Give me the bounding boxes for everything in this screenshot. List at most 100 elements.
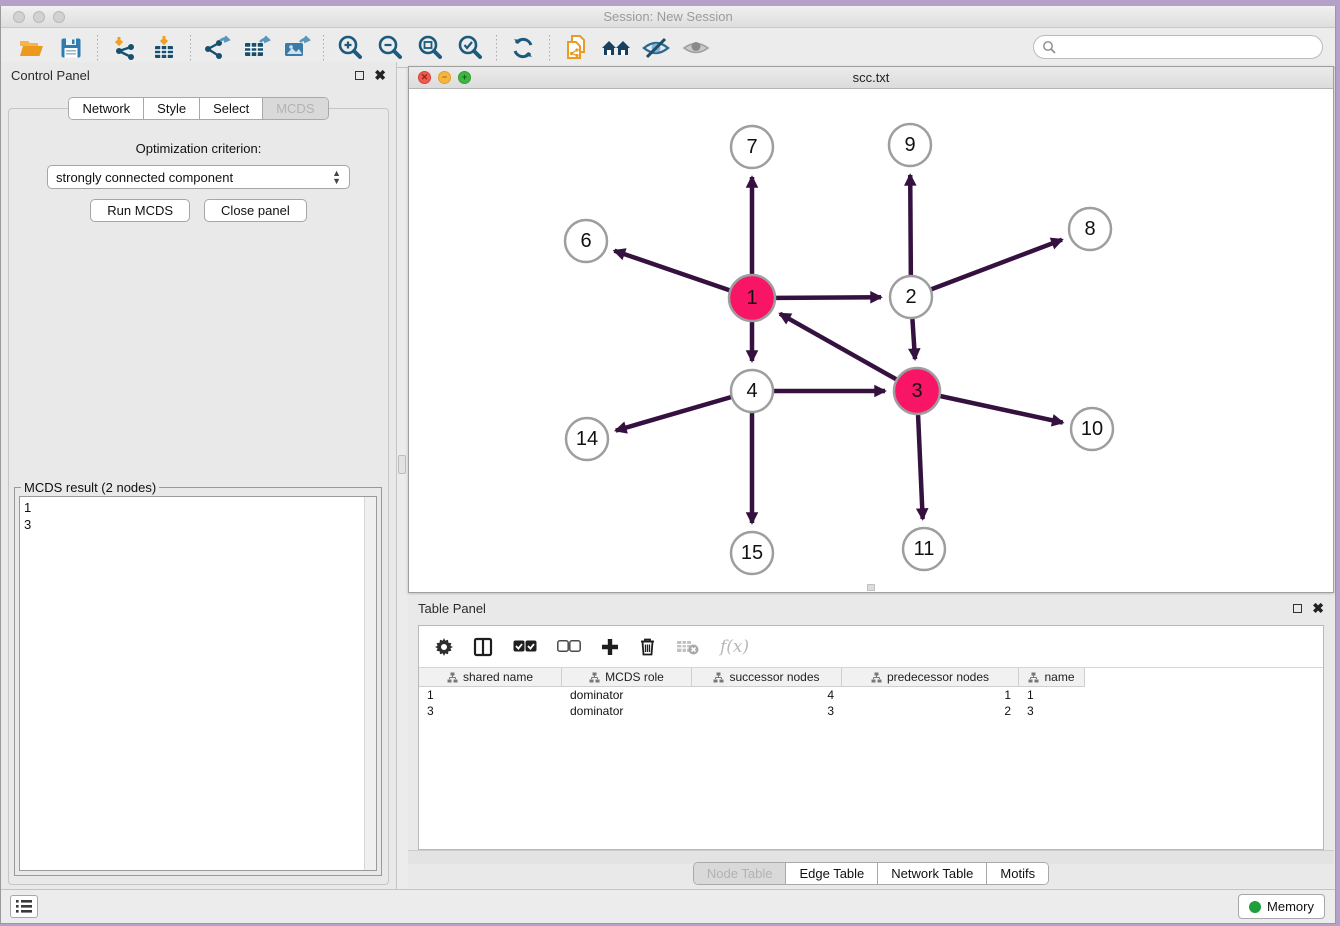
column-header-successor-nodes[interactable]: successor nodes	[692, 668, 842, 687]
tab-style[interactable]: Style	[143, 98, 199, 119]
mcds-result-title: MCDS result (2 nodes)	[21, 480, 159, 495]
table-settings-gear-icon[interactable]	[435, 638, 453, 656]
main-titlebar: Session: New Session	[1, 6, 1335, 28]
table-cell[interactable]: 2	[842, 703, 1019, 719]
float-panel-icon[interactable]	[355, 71, 364, 80]
export-table-icon[interactable]	[237, 32, 277, 64]
zoom-selected-icon[interactable]	[450, 32, 490, 64]
criterion-dropdown[interactable]: strongly connected component ▲▼	[47, 165, 350, 189]
search-icon	[1042, 40, 1056, 54]
column-header-name[interactable]: name	[1019, 668, 1085, 687]
toolbar-separator	[190, 35, 191, 61]
add-column-plus-icon[interactable]	[601, 638, 619, 656]
result-scrollbar[interactable]	[364, 497, 376, 870]
graph-node-label: 3	[911, 380, 922, 402]
column-type-icon	[871, 672, 882, 683]
table-row[interactable]: 3dominator323	[419, 703, 1323, 719]
table-cell[interactable]: 1	[1019, 687, 1085, 703]
graph-node-label: 9	[904, 134, 915, 156]
float-table-panel-icon[interactable]	[1293, 604, 1302, 613]
network-canvas[interactable]: 7968124314101511	[409, 89, 1333, 592]
export-image-icon[interactable]	[277, 32, 317, 64]
column-type-icon	[447, 672, 458, 683]
column-type-icon	[589, 672, 600, 683]
close-window-button[interactable]	[13, 11, 25, 23]
network-window-titlebar[interactable]: ✕ − + scc.txt	[409, 67, 1333, 89]
maximize-window-button[interactable]	[53, 11, 65, 23]
search-box[interactable]	[1033, 35, 1323, 59]
mcds-result-list[interactable]: 1 3	[19, 496, 377, 871]
window-title: Session: New Session	[1, 9, 1335, 24]
graph-node-label: 1	[746, 287, 757, 309]
graph-node-label: 6	[580, 230, 591, 252]
toolbar-separator	[549, 35, 550, 61]
control-panel-title: Control Panel	[11, 68, 90, 83]
tab-mcds[interactable]: MCDS	[262, 98, 327, 119]
minimize-window-button[interactable]	[33, 11, 45, 23]
table-cell[interactable]: 3	[692, 703, 842, 719]
network-maximize-button[interactable]: +	[458, 71, 471, 84]
search-input[interactable]	[1056, 40, 1322, 55]
panel-divider-handle[interactable]	[398, 455, 406, 474]
network-close-button[interactable]: ✕	[418, 71, 431, 84]
network-window-title: scc.txt	[409, 70, 1333, 85]
table-cell[interactable]: 3	[1019, 703, 1085, 719]
column-type-icon	[713, 672, 724, 683]
import-table-icon[interactable]	[144, 32, 184, 64]
close-panel-button[interactable]: Close panel	[204, 199, 307, 222]
export-network-icon[interactable]	[197, 32, 237, 64]
chevron-up-down-icon: ▲▼	[332, 169, 341, 185]
task-history-list-icon[interactable]	[10, 895, 38, 918]
run-mcds-button[interactable]: Run MCDS	[90, 199, 190, 222]
function-builder-fx-icon: f(x)	[720, 637, 749, 657]
table-cell[interactable]: 4	[692, 687, 842, 703]
memory-button[interactable]: Memory	[1238, 894, 1325, 919]
open-session-icon[interactable]	[11, 32, 51, 64]
hide-graphics-details-eye-slash-icon[interactable]	[636, 32, 676, 64]
show-graphics-details-eye-icon[interactable]	[676, 32, 716, 64]
delete-column-trash-icon[interactable]	[639, 637, 656, 656]
show-column-icon[interactable]	[473, 637, 493, 657]
tab-select[interactable]: Select	[199, 98, 262, 119]
save-session-icon[interactable]	[51, 32, 91, 64]
control-panel: Control Panel ✖ NetworkStyleSelectMCDS O…	[1, 62, 397, 890]
toolbar-separator	[97, 35, 98, 61]
close-panel-icon[interactable]: ✖	[374, 70, 386, 80]
column-header-shared-name[interactable]: shared name	[419, 668, 562, 687]
zoom-in-icon[interactable]	[330, 32, 370, 64]
first-neighbors-houses-icon[interactable]	[596, 32, 636, 64]
zoom-fit-icon[interactable]	[410, 32, 450, 64]
table-cell[interactable]: 3	[419, 703, 562, 719]
graph-node-label: 8	[1084, 218, 1095, 240]
close-table-panel-icon[interactable]: ✖	[1312, 603, 1324, 613]
memory-label: Memory	[1267, 899, 1314, 914]
table-cell[interactable]: dominator	[562, 703, 692, 719]
table-cell[interactable]: dominator	[562, 687, 692, 703]
app-window: Session: New Session	[0, 6, 1336, 924]
tab-motifs[interactable]: Motifs	[986, 863, 1048, 884]
tab-edge-table[interactable]: Edge Table	[785, 863, 877, 884]
network-minimize-button[interactable]: −	[438, 71, 451, 84]
import-network-icon[interactable]	[104, 32, 144, 64]
graph-edge-2-8[interactable]	[911, 240, 1062, 297]
column-header-MCDS-role[interactable]: MCDS role	[562, 668, 692, 687]
deselect-all-icon[interactable]	[557, 640, 581, 653]
table-row[interactable]: 1dominator411	[419, 687, 1323, 703]
tab-network[interactable]: Network	[69, 98, 143, 119]
graph-node-label: 2	[905, 286, 916, 308]
refresh-layout-icon[interactable]	[503, 32, 543, 64]
graph-node-label: 10	[1081, 418, 1103, 440]
table-cell[interactable]: 1	[419, 687, 562, 703]
mcds-result-fieldset: MCDS result (2 nodes) 1 3	[14, 487, 382, 876]
table-cell[interactable]: 1	[842, 687, 1019, 703]
select-all-icon[interactable]	[513, 640, 537, 653]
canvas-scroll-thumb[interactable]	[867, 584, 875, 591]
new-network-from-selection-icon[interactable]	[556, 32, 596, 64]
column-header-predecessor-nodes[interactable]: predecessor nodes	[842, 668, 1019, 687]
toolbar-separator	[496, 35, 497, 61]
tab-node-table[interactable]: Node Table	[694, 863, 786, 884]
table-panel-title: Table Panel	[418, 601, 486, 616]
network-view-window: ✕ − + scc.txt 7968124314101511	[408, 66, 1334, 593]
tab-network-table[interactable]: Network Table	[877, 863, 986, 884]
zoom-out-icon[interactable]	[370, 32, 410, 64]
